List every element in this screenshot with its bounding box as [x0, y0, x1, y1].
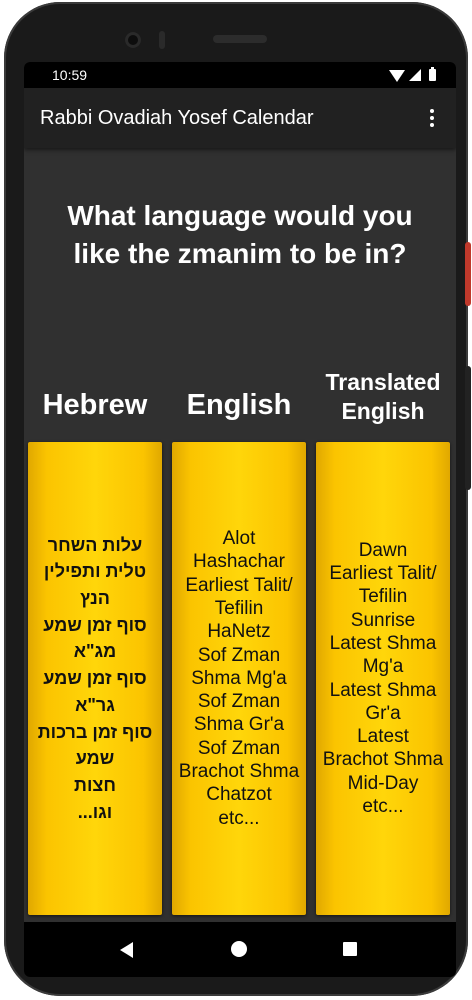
translated-english-zmanim-sample: Dawn Earliest Talit/ Tefilin Sunrise Lat… [322, 539, 444, 817]
hebrew-zmanim-sample: עלות השחר טלית ותפילין הנץ סוף זמן שמע מ… [37, 534, 153, 822]
status-bar: 10:59 [24, 62, 456, 88]
recent-apps-icon[interactable] [343, 942, 357, 956]
cell-signal-icon [409, 69, 421, 81]
menu-dot [430, 116, 434, 120]
menu-dot [430, 109, 434, 113]
system-navigation-bar [24, 922, 456, 977]
phone-frame: 10:59 Rabbi Ovadiah Yosef Calendar What … [4, 2, 468, 996]
status-time: 10:59 [52, 67, 88, 83]
status-icons [389, 67, 436, 82]
wifi-icon [389, 70, 405, 82]
battery-icon [429, 67, 436, 81]
back-icon[interactable] [120, 942, 133, 958]
app-title: Rabbi Ovadiah Yosef Calendar [40, 107, 314, 129]
front-camera [125, 32, 141, 48]
hebrew-header: Hebrew [42, 388, 148, 421]
more-vert-icon[interactable] [420, 106, 444, 130]
screen: 10:59 Rabbi Ovadiah Yosef Calendar What … [24, 62, 456, 977]
app-bar: Rabbi Ovadiah Yosef Calendar [24, 88, 456, 148]
earpiece-speaker [213, 35, 267, 43]
volume-button [465, 366, 471, 490]
translated-english-option-button[interactable]: Dawn Earliest Talit/ Tefilin Sunrise Lat… [316, 442, 450, 915]
english-option-button[interactable]: Alot Hashachar Earliest Talit/ Tefilin H… [172, 442, 306, 915]
english-zmanim-sample: Alot Hashachar Earliest Talit/ Tefilin H… [178, 528, 300, 829]
hebrew-option-button[interactable]: עלות השחר טלית ותפילין הנץ סוף זמן שמע מ… [28, 442, 162, 915]
home-icon[interactable] [231, 941, 247, 957]
language-question: What language would you like the zmanim … [67, 200, 413, 269]
menu-dot [430, 123, 434, 127]
translated-english-header: Translated English [325, 369, 441, 424]
proximity-sensor [159, 31, 165, 49]
english-header: English [186, 388, 292, 421]
power-button [465, 242, 471, 306]
